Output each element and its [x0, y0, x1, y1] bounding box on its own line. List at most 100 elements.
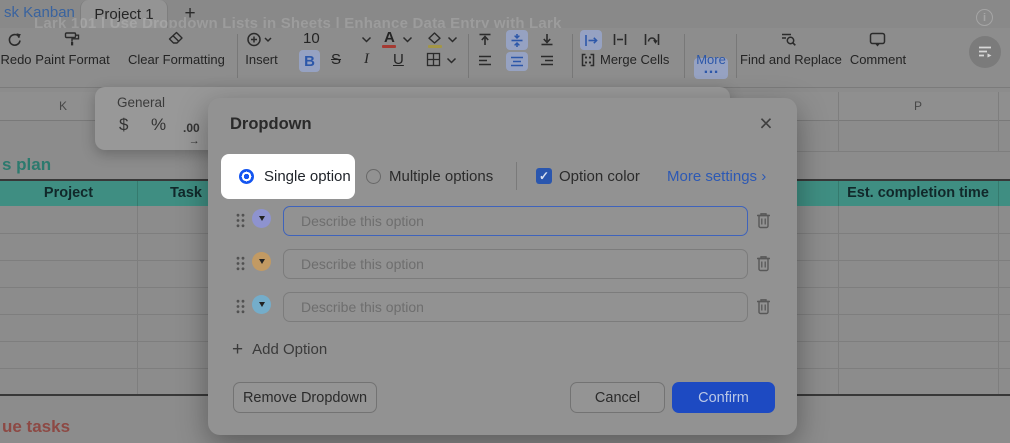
comment-label[interactable]: Comment [849, 52, 907, 67]
redo-icon[interactable] [6, 31, 23, 47]
option-input-1[interactable] [283, 206, 748, 236]
currency-format-icon[interactable]: $ [119, 115, 128, 135]
paint-format-icon[interactable] [64, 31, 81, 47]
italic-button[interactable]: I [364, 51, 369, 68]
decimal-label: .00 [183, 121, 200, 135]
column-header-k[interactable]: K [40, 99, 86, 113]
add-option-button[interactable]: + Add Option [232, 341, 327, 358]
toolbar-collapse-button[interactable] [969, 36, 1001, 68]
remove-dropdown-button[interactable]: Remove Dropdown [233, 382, 377, 413]
more-label[interactable]: More [694, 52, 728, 67]
toolbar: Redo Paint Format Clear Formatting Inser… [0, 28, 1010, 88]
table-title-bottom-partial: ue tasks [2, 417, 70, 437]
chevron-right-icon: › [757, 168, 766, 185]
borders-icon[interactable] [426, 52, 441, 67]
clear-formatting-icon[interactable] [167, 31, 184, 47]
option-row [208, 206, 797, 236]
drag-handle-icon[interactable] [236, 299, 245, 314]
text-rotate-icon[interactable] [644, 33, 660, 46]
chevron-down-icon[interactable] [447, 36, 458, 43]
toolbar-divider [468, 34, 469, 78]
strikethrough-button[interactable]: S [331, 51, 341, 68]
swatch-caret-icon [259, 302, 265, 307]
chevron-down-icon[interactable] [446, 57, 457, 64]
confirm-button[interactable]: Confirm [672, 382, 775, 413]
comment-icon[interactable] [869, 32, 886, 48]
trash-icon[interactable] [756, 212, 771, 229]
gridline [137, 181, 138, 206]
gridline [797, 151, 1010, 152]
option-color-swatch[interactable] [252, 252, 271, 271]
option-input-3[interactable] [283, 292, 748, 322]
merge-cells-label[interactable]: Merge Cells [600, 52, 675, 67]
info-icon[interactable]: i [976, 9, 993, 26]
insert-label[interactable]: Insert [241, 52, 282, 67]
table-title-partial: s plan [2, 155, 51, 175]
trash-icon[interactable] [756, 255, 771, 272]
fill-color-icon[interactable] [427, 32, 442, 44]
option-color-swatch[interactable] [252, 209, 271, 228]
gridline [998, 206, 999, 394]
valign-middle-icon[interactable] [506, 30, 528, 50]
option-color-checkbox[interactable]: ✓ [536, 168, 552, 184]
swatch-caret-icon [259, 216, 265, 221]
single-option-label: Single option [264, 168, 351, 185]
find-replace-label[interactable]: Find and Replace [740, 52, 837, 67]
dialog-title: Dropdown [230, 115, 312, 134]
toolbar-divider [572, 34, 573, 78]
app-window: sk Kanban Project 1 + Lark 101 | Use Dro… [0, 0, 1010, 443]
text-overflow-icon[interactable] [580, 30, 602, 50]
underline-button[interactable]: U [393, 51, 404, 68]
insert-icon[interactable] [247, 32, 273, 47]
align-left-icon[interactable] [478, 55, 492, 66]
radio-selected-icon [239, 169, 254, 184]
header-cell-task[interactable]: Task [170, 185, 202, 201]
option-color-swatch[interactable] [252, 295, 271, 314]
valign-top-icon[interactable] [478, 33, 492, 46]
multiple-options-label[interactable]: Multiple options [389, 168, 493, 185]
option-color-label[interactable]: Option color [559, 168, 640, 185]
add-option-label: Add Option [252, 341, 327, 358]
redo-label[interactable]: Redo [0, 52, 34, 67]
close-icon[interactable]: × [751, 108, 781, 138]
align-center-icon[interactable] [506, 52, 528, 71]
bold-button[interactable]: B [299, 50, 320, 72]
multiple-options-radio[interactable] [366, 169, 381, 184]
more-settings-link[interactable]: More settings › [667, 168, 766, 185]
chevron-down-icon[interactable] [402, 36, 413, 43]
percent-format-icon[interactable]: % [151, 115, 166, 135]
find-replace-icon[interactable] [780, 32, 797, 48]
text-clip-icon[interactable] [613, 33, 627, 46]
toolbar-collapse-icon [978, 46, 993, 58]
plus-icon: + [232, 342, 243, 357]
column-header-p[interactable]: P [838, 99, 998, 113]
more-settings-label: More settings [667, 168, 757, 185]
font-size-value[interactable]: 10 [303, 30, 320, 47]
trash-icon[interactable] [756, 298, 771, 315]
merge-cells-icon[interactable] [581, 53, 595, 67]
gridline [998, 92, 999, 151]
gridline [137, 206, 138, 394]
gridline [998, 181, 999, 206]
chevron-down-icon[interactable] [361, 36, 372, 43]
option-input-2[interactable] [283, 249, 748, 279]
drag-handle-icon[interactable] [236, 256, 245, 271]
decimal-arrow: → [183, 137, 200, 146]
dropdown-dialog: Dropdown × Single option Multiple option… [208, 98, 797, 435]
decimal-format-icon[interactable]: .00 → [183, 117, 200, 146]
valign-bottom-icon[interactable] [540, 33, 554, 46]
single-option-radio[interactable]: Single option [221, 154, 355, 199]
font-color-bar [382, 45, 396, 48]
fill-color-bar [428, 45, 442, 48]
toolbar-divider [736, 34, 737, 78]
header-cell-est-completion[interactable]: Est. completion time [838, 185, 998, 201]
toolbar-divider [684, 34, 685, 78]
paint-format-label[interactable]: Paint Format [30, 52, 115, 67]
clear-formatting-label[interactable]: Clear Formatting [128, 52, 223, 67]
font-color-icon[interactable]: A [384, 29, 395, 46]
cancel-button[interactable]: Cancel [570, 382, 665, 413]
dialog-divider [516, 162, 517, 190]
header-cell-project[interactable]: Project [0, 185, 137, 201]
drag-handle-icon[interactable] [236, 213, 245, 228]
align-right-icon[interactable] [540, 55, 554, 66]
